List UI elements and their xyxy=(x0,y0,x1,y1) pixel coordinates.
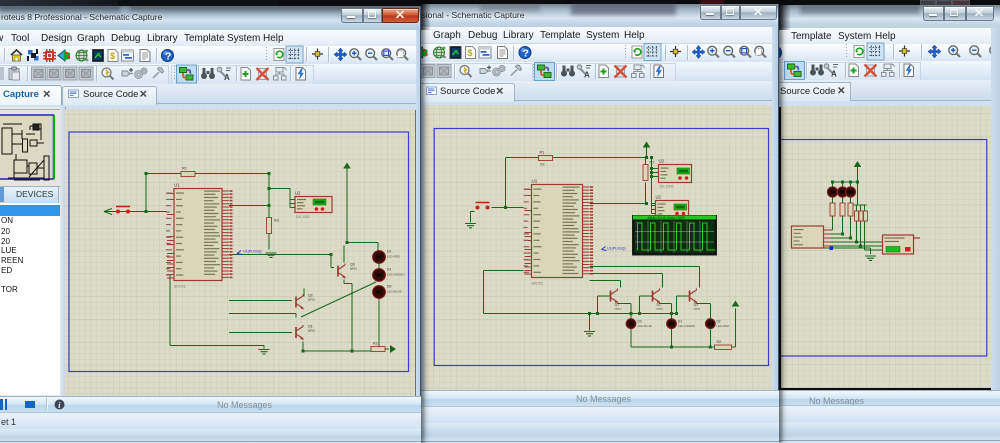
svg-text:D1: D1 xyxy=(387,267,391,271)
svg-text:U2: U2 xyxy=(295,190,301,195)
svg-text:R1: R1 xyxy=(182,166,187,170)
svg-text:NPN: NPN xyxy=(614,307,620,311)
svg-text:Q1: Q1 xyxy=(614,302,619,306)
svg-text:10k: 10k xyxy=(539,162,545,166)
svg-text:LED-GREEN: LED-GREEN xyxy=(387,272,405,276)
svg-text:U1(PLI/SQ): U1(PLI/SQ) xyxy=(243,249,262,253)
svg-text:Q2: Q2 xyxy=(656,302,661,306)
svg-text:?: ? xyxy=(523,48,529,60)
svg-text:NPN: NPN xyxy=(656,307,662,311)
svg-text:$: $ xyxy=(110,51,115,61)
svg-text:A: A xyxy=(584,71,590,80)
svg-text:U1: U1 xyxy=(174,182,180,187)
svg-text:R2: R2 xyxy=(649,160,654,164)
svg-text:NPN: NPN xyxy=(308,298,315,302)
svg-text:NPN: NPN xyxy=(693,307,699,311)
svg-text:ANALOGUE ANALYSER: ANALOGUE ANALYSER xyxy=(647,215,685,219)
svg-text:LED-RED: LED-RED xyxy=(716,324,729,328)
svg-text:DS 1302: DS 1302 xyxy=(659,184,673,188)
svg-text:U1(PLI/SQ): U1(PLI/SQ) xyxy=(607,246,626,250)
svg-text:NPN: NPN xyxy=(308,329,315,333)
svg-text:A: A xyxy=(831,70,837,79)
svg-text:A: A xyxy=(224,73,230,82)
svg-text:LED-RED: LED-RED xyxy=(387,254,401,258)
svg-text:LED-BLUE: LED-BLUE xyxy=(637,324,651,328)
svg-text:R3: R3 xyxy=(274,218,279,222)
svg-text:LED-BLUE: LED-BLUE xyxy=(387,289,402,293)
svg-text:U3: U3 xyxy=(658,158,664,163)
svg-text:Q1: Q1 xyxy=(308,324,313,328)
svg-text:$: $ xyxy=(468,48,473,58)
svg-text:R2: R2 xyxy=(716,340,721,344)
svg-text:U2: U2 xyxy=(655,194,661,199)
svg-text:80C51: 80C51 xyxy=(531,280,544,285)
svg-text:Q2: Q2 xyxy=(308,293,313,297)
svg-text:DS 1302: DS 1302 xyxy=(296,215,310,219)
svg-text:NPN: NPN xyxy=(350,267,357,271)
svg-text:D2: D2 xyxy=(716,319,720,323)
svg-text:Q3: Q3 xyxy=(693,302,698,306)
svg-text:D0: D0 xyxy=(387,284,391,288)
svg-text:R1: R1 xyxy=(539,150,544,154)
svg-text:LED-GREEN: LED-GREEN xyxy=(678,324,695,328)
svg-text:D1: D1 xyxy=(678,319,682,323)
svg-text:80C51: 80C51 xyxy=(174,283,187,288)
svg-text:?: ? xyxy=(165,51,171,63)
svg-text:R2: R2 xyxy=(373,341,378,345)
svg-text:D2: D2 xyxy=(387,249,391,253)
svg-text:Q3: Q3 xyxy=(350,262,355,266)
svg-text:D0: D0 xyxy=(637,319,641,323)
svg-text:U1: U1 xyxy=(531,178,537,183)
